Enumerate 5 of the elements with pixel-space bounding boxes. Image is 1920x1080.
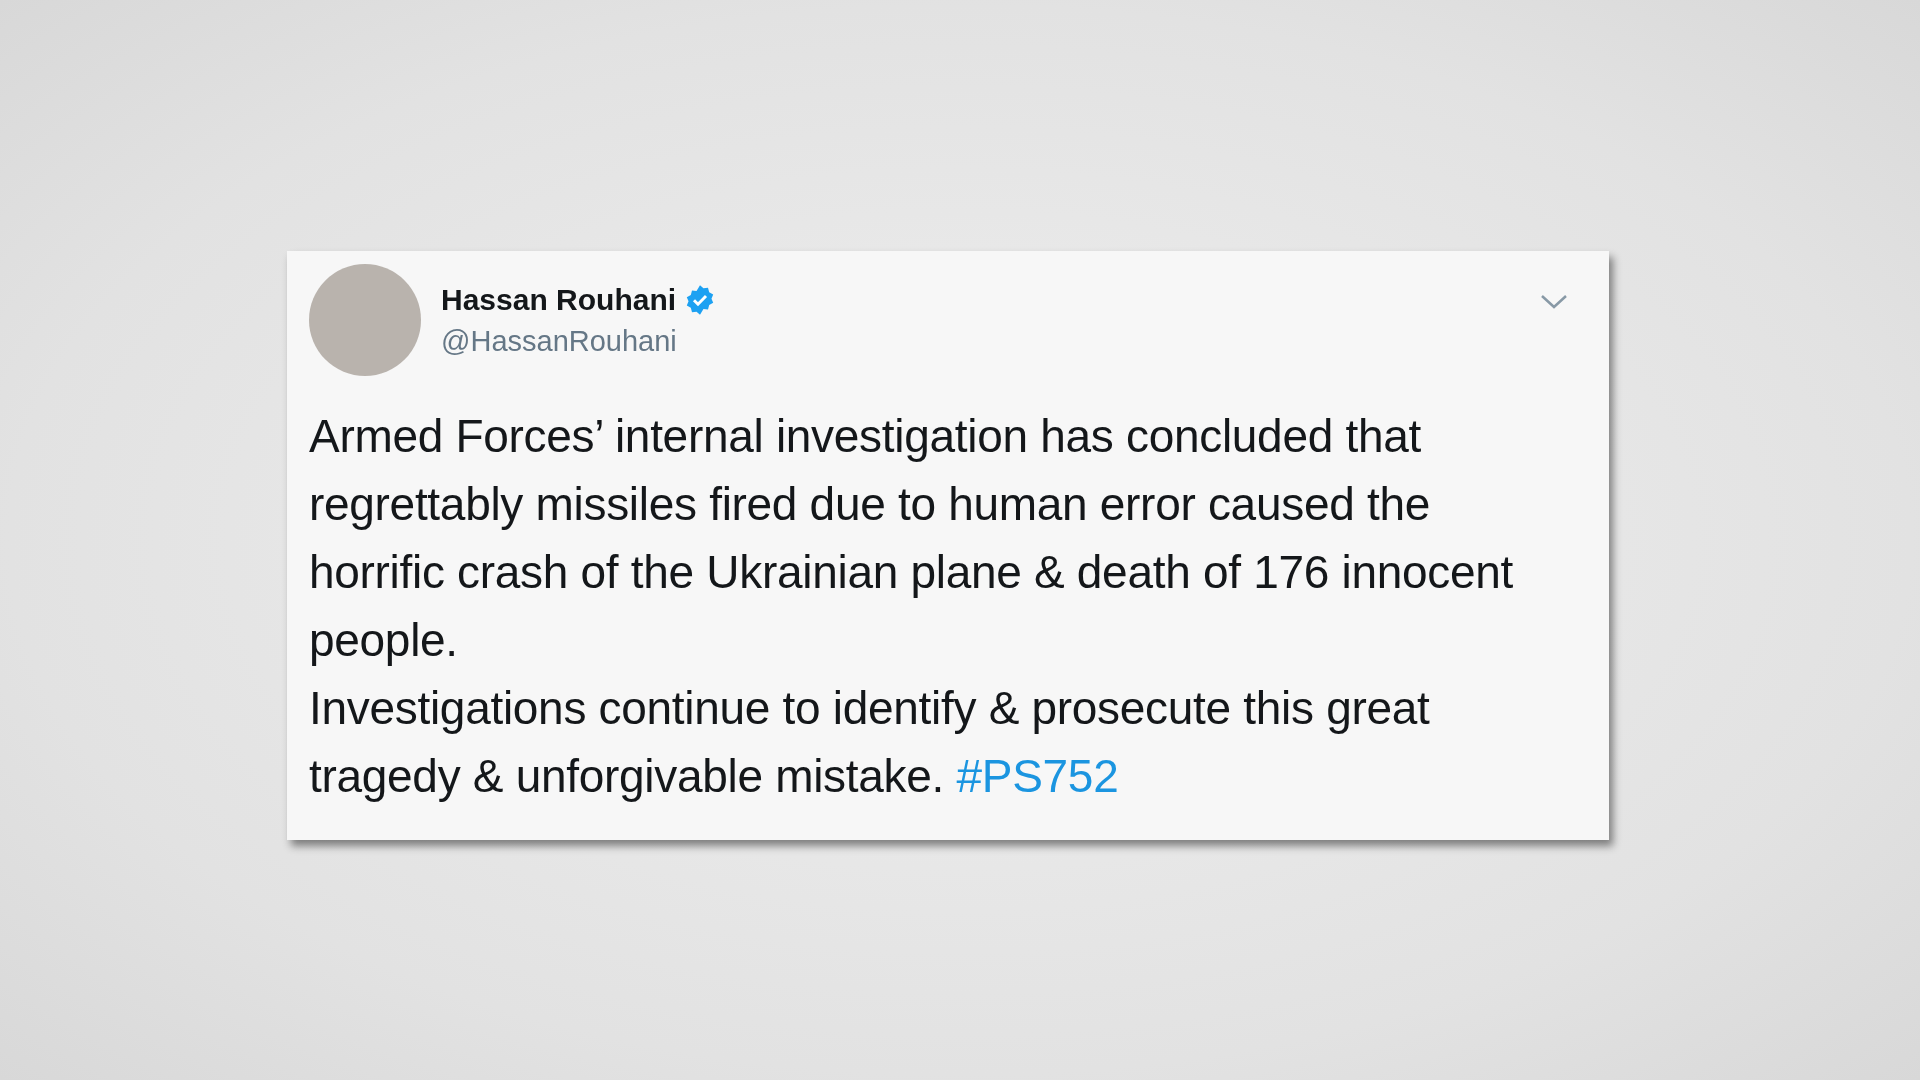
tweet-text: Armed Forces’ internal investigation has concluded that regrettably missiles fired due to human error caused the horrific crash of the Ukrainian plane & death of 176 innocent people. xyxy=(309,409,1514,668)
tweet-text: Investigations continue to identify & prosecute this great tragedy & unforgivable mistake. #PS752 xyxy=(309,681,1431,804)
account-name: Hassan Rouhani xyxy=(441,282,677,317)
hashtag-link[interactable]: #PS752 xyxy=(956,750,1119,802)
account-handle: @HassanRouhani xyxy=(441,324,678,358)
